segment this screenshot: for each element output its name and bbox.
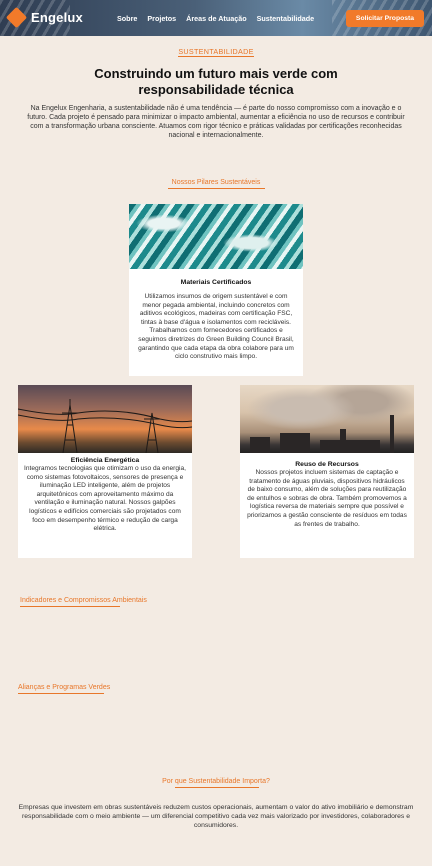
intro-paragraph: Na Engelux Engenharia, a sustentabilidad… [27,105,405,139]
marble-image [129,204,303,269]
card-materiais: Materiais Certificados Utilizamos insumo… [129,204,303,376]
power-lines-image [17,385,193,454]
main-nav: Sobre Projetos Áreas de Atuação Sustenta… [117,14,324,23]
pillars-heading: Nossos Pilares Sustentáveis [171,179,261,186]
alliances-underline [18,693,104,694]
brand-logo[interactable]: Engelux [31,10,83,25]
section-eyebrow: SUSTENTABILIDADE [178,47,254,56]
site-header: Engelux Sobre Projetos Áreas de Atuação … [0,0,432,36]
why-underline [175,787,259,788]
factory-icon [250,415,394,453]
nav-item-sustentabilidade[interactable]: Sustentabilidade [257,14,315,23]
card-text: Nossos projetos incluem sistemas de capt… [247,469,407,528]
indicators-underline [20,606,120,607]
card-reuso: Reuso de Recursos Nossos projetos inclue… [240,385,414,558]
card-title: Materiais Certificados [180,279,252,286]
nav-item-sobre[interactable]: Sobre [117,14,137,23]
alliances-heading: Alianças e Programas Verdes [18,684,111,691]
pillars-underline [168,188,265,189]
card-eficiencia: Eficiência Energética Integramos tecnolo… [17,385,193,558]
card-text: Integramos tecnologias que otimizam o us… [24,465,187,533]
indicators-heading: Indicadores e Compromissos Ambientais [20,597,147,604]
card-text: Utilizamos insumos de origem sustentável… [138,293,294,361]
why-heading: Por que Sustentabilidade Importa? [162,778,270,785]
why-paragraph: Empresas que investem em obras sustentáv… [18,804,414,829]
nav-item-projetos[interactable]: Projetos [147,14,176,23]
card-title: Eficiência Energética [70,457,140,464]
factory-image [240,385,414,453]
power-tower-icon [17,399,193,454]
request-proposal-button[interactable]: Solicitar Proposta [346,10,424,27]
eyebrow-underline [178,56,254,57]
card-title: Reuso de Recursos [295,461,359,468]
nav-item-areas[interactable]: Áreas de Atuação [186,14,246,23]
page-title: Construindo um futuro mais verde com res… [94,66,338,97]
